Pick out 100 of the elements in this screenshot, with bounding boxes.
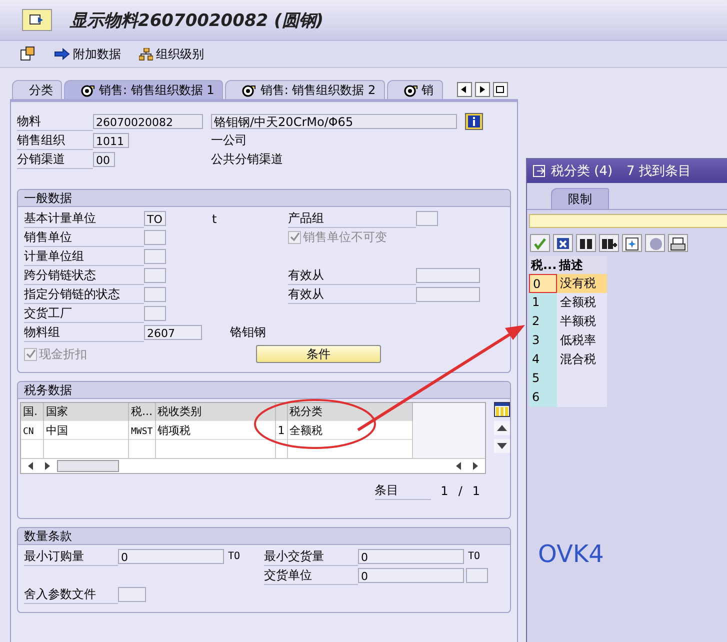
scrollbar-thumb[interactable] bbox=[57, 460, 119, 472]
list-item-code[interactable]: 3 bbox=[529, 331, 557, 350]
list-item-code[interactable]: 1 bbox=[529, 293, 557, 312]
list-item-description[interactable]: 全额税 bbox=[557, 293, 607, 312]
cancel-icon bbox=[555, 236, 571, 250]
input-field[interactable] bbox=[144, 306, 166, 321]
unit-text: TO bbox=[228, 551, 240, 562]
input-field[interactable] bbox=[466, 568, 488, 583]
input-field[interactable] bbox=[144, 268, 166, 283]
section-header: 税务数据 bbox=[18, 382, 510, 399]
scroll-up-icon[interactable] bbox=[494, 421, 510, 435]
input-field[interactable]: 00 bbox=[93, 152, 115, 167]
input-field[interactable] bbox=[118, 587, 146, 602]
scroll-left-icon[interactable] bbox=[27, 462, 35, 470]
info-icon[interactable] bbox=[465, 113, 483, 130]
input-field[interactable] bbox=[144, 249, 166, 264]
square-icon bbox=[496, 84, 505, 94]
scroll-right-button[interactable] bbox=[474, 82, 490, 96]
input-field[interactable] bbox=[144, 287, 166, 302]
table-cell: 1 bbox=[278, 424, 285, 436]
list-item-code[interactable]: 2 bbox=[529, 312, 557, 331]
table-cell: 中国 bbox=[46, 424, 68, 436]
unit-text: 铬钼钢 bbox=[230, 324, 266, 341]
toolbar-button[interactable]: 组织级别 bbox=[139, 46, 204, 62]
input-field[interactable]: TO bbox=[144, 211, 166, 226]
entries-label: 条目 bbox=[374, 482, 431, 500]
column-header[interactable]: 税... bbox=[529, 256, 557, 274]
list-item-code[interactable]: 5 bbox=[529, 369, 557, 388]
printer-button[interactable] bbox=[668, 234, 688, 252]
scroll-left-icon[interactable] bbox=[455, 462, 463, 470]
cancel-button[interactable] bbox=[553, 234, 573, 252]
column-header[interactable]: 描述 bbox=[557, 256, 607, 274]
list-item-code[interactable]: 4 bbox=[529, 350, 557, 369]
hierarchy-icon bbox=[139, 48, 153, 60]
tab[interactable]: 销售: 销售组织数据 2 bbox=[225, 80, 385, 99]
column-header[interactable]: 国家 bbox=[46, 405, 68, 418]
window-icon bbox=[533, 165, 545, 177]
input-field[interactable]: 0 bbox=[118, 549, 224, 564]
lens-icon bbox=[81, 84, 95, 96]
input-field[interactable] bbox=[416, 211, 438, 226]
input-field[interactable] bbox=[144, 230, 166, 245]
column-header[interactable]: 税分类 bbox=[290, 405, 323, 418]
conditions-button[interactable]: 条件 bbox=[256, 345, 381, 363]
section-header: 数量条款 bbox=[18, 528, 510, 545]
checkbox-label: 现金折扣 bbox=[39, 346, 87, 362]
left-arrow-icon bbox=[461, 86, 468, 92]
input-field[interactable]: 2607 bbox=[144, 325, 202, 340]
scroll-right-icon[interactable] bbox=[43, 462, 51, 470]
scroll-left-button[interactable] bbox=[456, 82, 472, 96]
list-item-description[interactable]: 混合税 bbox=[557, 350, 607, 369]
column-settings-icon[interactable] bbox=[494, 402, 510, 417]
lens-icon bbox=[242, 84, 256, 96]
field-label: 有效从 bbox=[288, 286, 416, 304]
unit-text: TO bbox=[468, 551, 480, 562]
printer-icon bbox=[670, 236, 686, 250]
table-cell: MWST bbox=[131, 426, 153, 436]
tab[interactable]: 分类 bbox=[12, 80, 62, 99]
list-item-description[interactable]: 没有税 bbox=[557, 274, 607, 293]
entry-total: 1 bbox=[472, 484, 480, 498]
binoculars-plus-button[interactable] bbox=[599, 234, 619, 252]
lens-icon bbox=[404, 84, 418, 96]
list-item-description[interactable]: 低税率 bbox=[557, 331, 607, 350]
list-item-code[interactable]: 6 bbox=[529, 388, 557, 407]
scroll-right-icon[interactable] bbox=[471, 462, 479, 470]
input-field[interactable]: 0 bbox=[358, 568, 464, 583]
binoculars-button[interactable] bbox=[576, 234, 596, 252]
input-field[interactable] bbox=[416, 287, 480, 302]
other-view-icon[interactable] bbox=[20, 46, 36, 62]
toolbar-button[interactable]: 附加数据 bbox=[54, 46, 121, 62]
list-item-description[interactable]: 半额税 bbox=[557, 312, 607, 331]
result-count: 7 找到条目 bbox=[626, 163, 691, 180]
tab-list-button[interactable] bbox=[492, 82, 508, 96]
table-cell: 全额税 bbox=[290, 424, 323, 436]
annotation-text: OVK4 bbox=[538, 540, 604, 568]
right-arrow-icon bbox=[479, 86, 486, 92]
description-field[interactable]: 铬钼钢/中天20CrMo/Φ65 bbox=[211, 114, 457, 129]
entry-number: 1 bbox=[440, 484, 448, 498]
scroll-down-icon[interactable] bbox=[494, 439, 510, 453]
input-field[interactable]: 26070020082 bbox=[93, 114, 203, 129]
popup-title: 税分类 (4) bbox=[551, 163, 613, 180]
input-field[interactable]: 1011 bbox=[93, 133, 129, 148]
tab[interactable]: 销售: 销售组织数据 1 bbox=[64, 80, 224, 99]
checkbox-label: 销售单位不可变 bbox=[303, 229, 387, 246]
app-icon[interactable] bbox=[22, 9, 52, 31]
arrow-icon bbox=[54, 48, 70, 60]
input-field[interactable]: 0 bbox=[358, 549, 464, 564]
table-cell: CN bbox=[23, 426, 34, 436]
sparkle-icon bbox=[624, 236, 640, 250]
description-text: 公共分销渠道 bbox=[211, 151, 283, 168]
table-cell: 销项税 bbox=[158, 424, 191, 436]
input-field[interactable] bbox=[416, 268, 480, 283]
check-button[interactable] bbox=[530, 234, 550, 252]
sparkle-button[interactable] bbox=[622, 234, 642, 252]
tab[interactable]: 销 bbox=[386, 80, 443, 99]
description-text: 一公司 bbox=[211, 132, 247, 149]
field-label: 产品组 bbox=[288, 210, 416, 228]
unit-text: t bbox=[212, 212, 217, 226]
separator-text: / bbox=[458, 484, 462, 498]
list-item-code[interactable]: 0 bbox=[529, 274, 557, 293]
tab[interactable]: 限制 bbox=[551, 188, 609, 209]
